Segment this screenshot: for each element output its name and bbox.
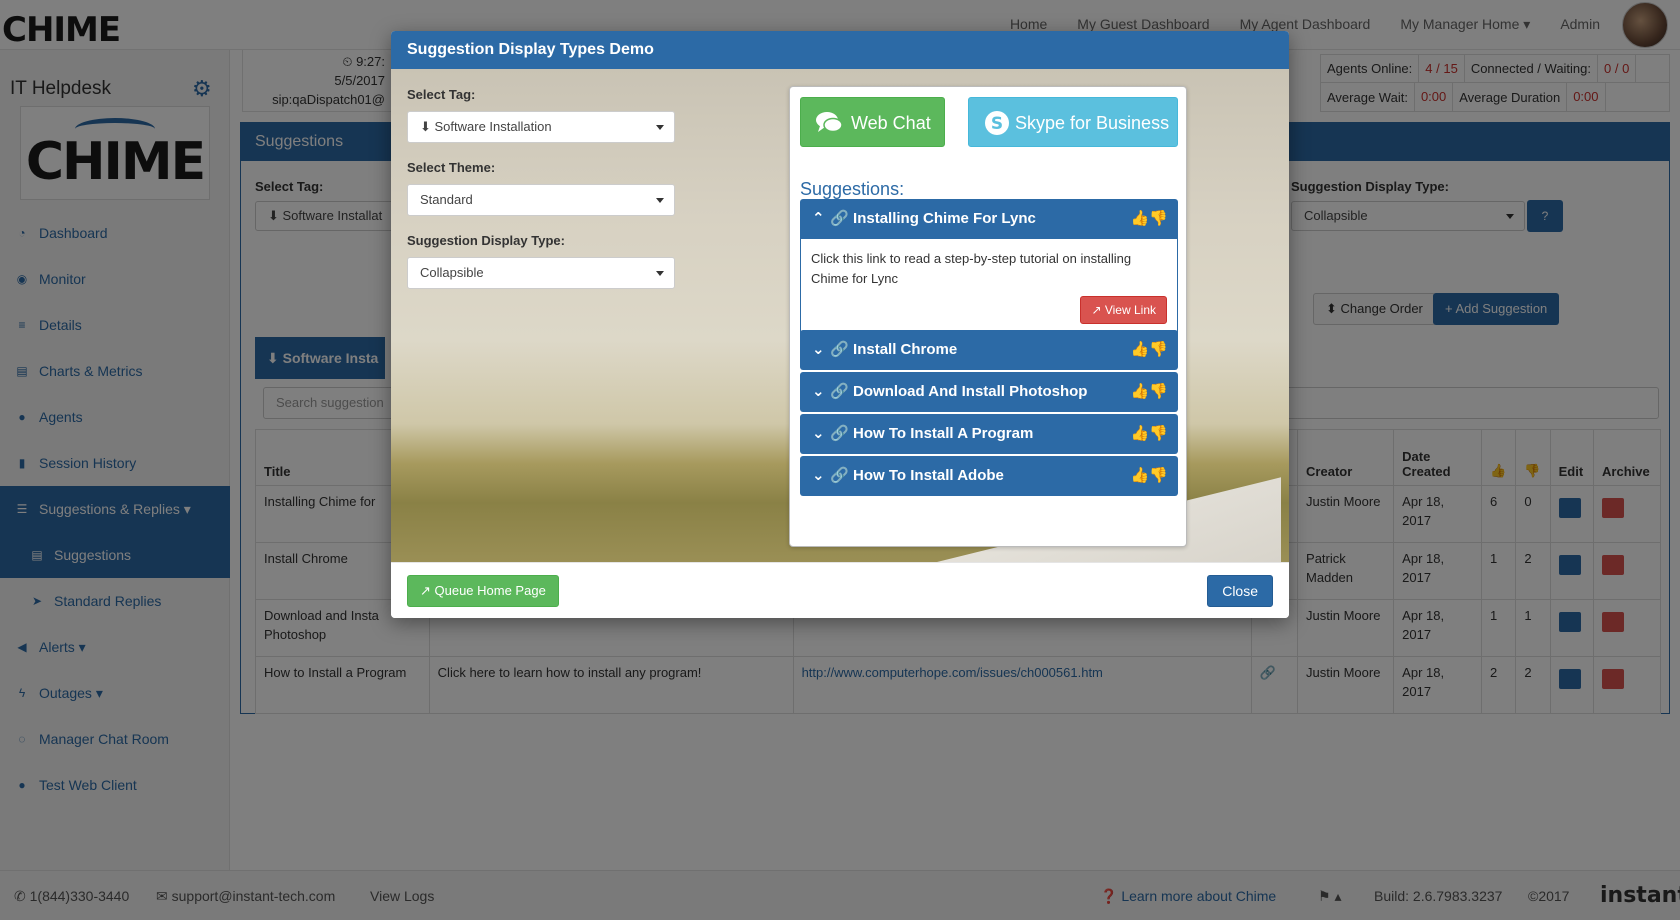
modal-footer: ↗ Queue Home Page Close xyxy=(391,562,1289,618)
chat-bubbles-icon xyxy=(816,112,843,133)
link-icon: 🔗 xyxy=(830,383,849,400)
caret-down-icon xyxy=(656,198,664,203)
close-button[interactable]: Close xyxy=(1207,575,1273,607)
display-types-modal: Suggestion Display Types Demo Select Tag… xyxy=(391,31,1289,618)
caret-down-icon xyxy=(656,125,664,130)
chevron-down-icon: ⌄ xyxy=(812,425,825,442)
view-link-button[interactable]: ↗ View Link xyxy=(1080,296,1167,324)
modal-select-tag-label: Select Tag: xyxy=(407,87,476,102)
modal-display-type-label: Suggestion Display Type: xyxy=(407,233,565,248)
modal-body: Select Tag: ⬇ Software Installation Sele… xyxy=(391,69,1289,562)
suggestion-header[interactable]: ⌄ 🔗 How To Install A Program 👍👎 xyxy=(800,414,1178,454)
vote-icons[interactable]: 👍👎 xyxy=(1131,330,1168,370)
modal-select-theme-label: Select Theme: xyxy=(407,160,496,175)
suggestion-header[interactable]: ⌄ 🔗 Download And Install Photoshop 👍👎 xyxy=(800,372,1178,412)
skype-icon: S xyxy=(985,111,1009,135)
suggestion-description: Click this link to read a step-by-step t… xyxy=(811,251,1132,286)
suggestion-item: ⌄ 🔗 How To Install Adobe 👍👎 xyxy=(800,456,1178,496)
link-icon: 🔗 xyxy=(830,341,849,358)
vote-icons[interactable]: 👍👎 xyxy=(1131,199,1168,239)
chat-widget-preview: Web Chat S Skype for Business Suggestion… xyxy=(789,86,1187,547)
suggestion-header[interactable]: ⌄ 🔗 Install Chrome 👍👎 xyxy=(800,330,1178,370)
modal-select-tag-dropdown[interactable]: ⬇ Software Installation xyxy=(407,111,675,143)
modal-select-theme-dropdown[interactable]: Standard xyxy=(407,184,675,216)
suggestion-item: ⌄ 🔗 Download And Install Photoshop 👍👎 xyxy=(800,372,1178,412)
chevron-down-icon: ⌄ xyxy=(812,341,825,358)
modal-title: Suggestion Display Types Demo xyxy=(391,31,1289,69)
suggestion-item-expanded: ⌃ 🔗 Installing Chime For Lync 👍👎 Click t… xyxy=(800,199,1178,335)
queue-home-page-button[interactable]: ↗ Queue Home Page xyxy=(407,575,559,607)
vote-icons[interactable]: 👍👎 xyxy=(1131,372,1168,412)
suggestion-header[interactable]: ⌃ 🔗 Installing Chime For Lync 👍👎 xyxy=(800,199,1178,239)
caret-down-icon xyxy=(656,271,664,276)
link-icon: 🔗 xyxy=(830,467,849,484)
svg-text:S: S xyxy=(991,114,1003,134)
web-chat-button[interactable]: Web Chat xyxy=(800,97,945,147)
suggestion-item: ⌄ 🔗 How To Install A Program 👍👎 xyxy=(800,414,1178,454)
chevron-down-icon: ⌄ xyxy=(812,467,825,484)
modal-display-type-dropdown[interactable]: Collapsible xyxy=(407,257,675,289)
suggestion-body: Click this link to read a step-by-step t… xyxy=(800,239,1178,335)
link-icon: 🔗 xyxy=(830,425,849,442)
chevron-down-icon: ⌄ xyxy=(812,383,825,400)
vote-icons[interactable]: 👍👎 xyxy=(1131,414,1168,454)
suggestion-item: ⌄ 🔗 Install Chrome 👍👎 xyxy=(800,330,1178,370)
chevron-up-icon: ⌃ xyxy=(812,210,825,227)
skype-for-business-button[interactable]: S Skype for Business xyxy=(968,97,1178,147)
suggestions-heading: Suggestions: xyxy=(800,179,905,199)
link-icon: 🔗 xyxy=(830,210,849,227)
vote-icons[interactable]: 👍👎 xyxy=(1131,456,1168,496)
suggestion-header[interactable]: ⌄ 🔗 How To Install Adobe 👍👎 xyxy=(800,456,1178,496)
